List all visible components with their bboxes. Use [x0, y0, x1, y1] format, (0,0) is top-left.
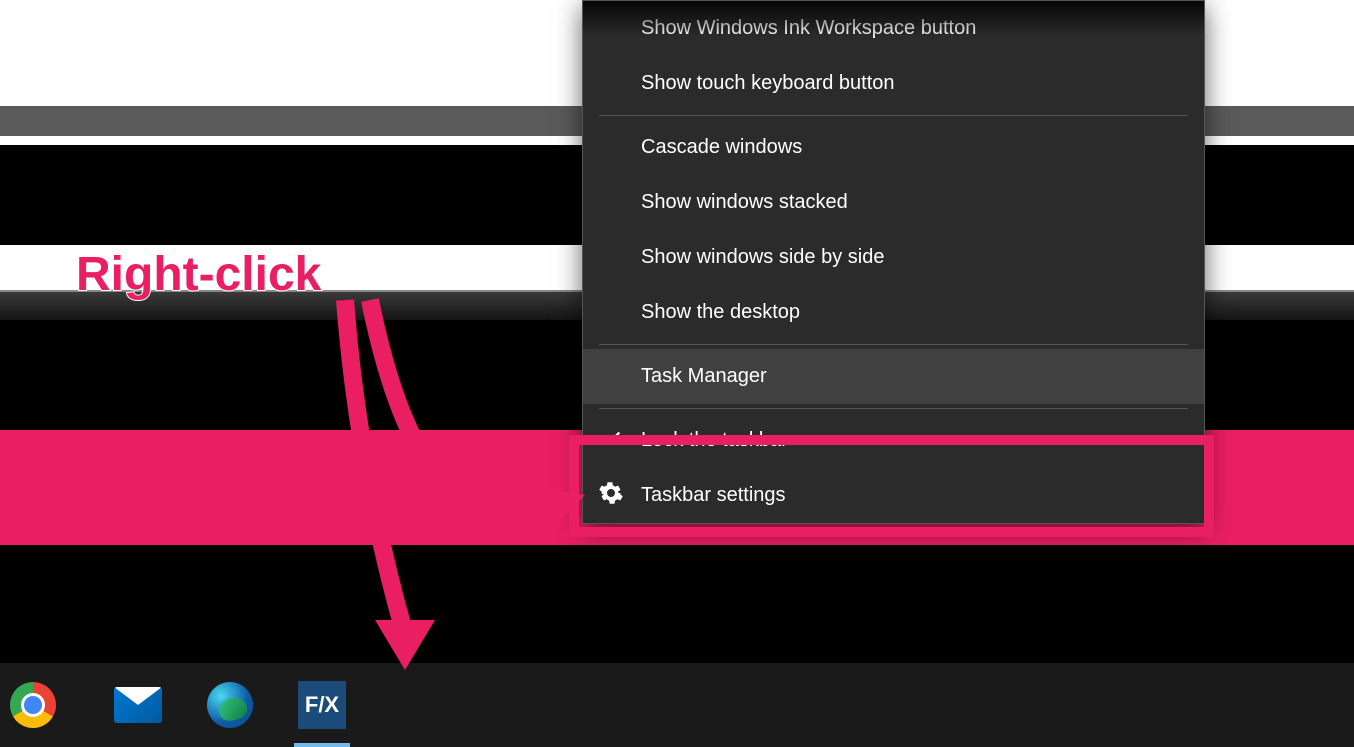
- taskbar-context-menu: Show Windows Ink Workspace button Show t…: [582, 0, 1205, 524]
- taskbar-app-edge[interactable]: [184, 663, 276, 747]
- edge-icon: [207, 682, 253, 728]
- menu-item-label: Cascade windows: [641, 136, 802, 158]
- mail-icon: [114, 687, 162, 723]
- menu-item-show-desktop[interactable]: Show the desktop: [583, 285, 1204, 340]
- menu-divider: [599, 408, 1188, 409]
- menu-item-touch-keyboard[interactable]: Show touch keyboard button: [583, 56, 1204, 111]
- menu-item-label: Show the desktop: [641, 301, 800, 323]
- annotation-label: Right-click: [76, 247, 321, 302]
- menu-item-label: Show windows side by side: [641, 246, 884, 268]
- menu-item-label: Lock the taskbar: [641, 429, 788, 451]
- menu-item-cascade[interactable]: Cascade windows: [583, 120, 1204, 175]
- taskbar[interactable]: F/X: [0, 663, 1354, 747]
- menu-item-label: Task Manager: [641, 365, 767, 387]
- menu-item-ink-workspace[interactable]: Show Windows Ink Workspace button: [583, 1, 1204, 56]
- taskbar-app-chrome[interactable]: [0, 663, 92, 747]
- menu-divider: [599, 115, 1188, 116]
- menu-item-label: Show touch keyboard button: [641, 72, 895, 94]
- menu-item-label: Show Windows Ink Workspace button: [641, 17, 976, 39]
- chrome-icon: [10, 682, 56, 728]
- menu-item-stacked[interactable]: Show windows stacked: [583, 175, 1204, 230]
- menu-item-side-by-side[interactable]: Show windows side by side: [583, 230, 1204, 285]
- menu-item-taskbar-settings[interactable]: Taskbar settings: [583, 468, 1204, 523]
- taskbar-app-fx[interactable]: F/X: [276, 663, 368, 747]
- check-icon: [601, 427, 623, 455]
- active-indicator: [294, 743, 350, 747]
- fx-icon: F/X: [298, 681, 346, 729]
- menu-item-label: Taskbar settings: [641, 484, 786, 506]
- menu-item-task-manager[interactable]: Task Manager: [583, 349, 1204, 404]
- menu-item-label: Show windows stacked: [641, 191, 848, 213]
- taskbar-app-mail[interactable]: [92, 663, 184, 747]
- menu-divider: [599, 344, 1188, 345]
- menu-item-lock-taskbar[interactable]: Lock the taskbar: [583, 413, 1204, 468]
- gear-icon: [599, 481, 623, 511]
